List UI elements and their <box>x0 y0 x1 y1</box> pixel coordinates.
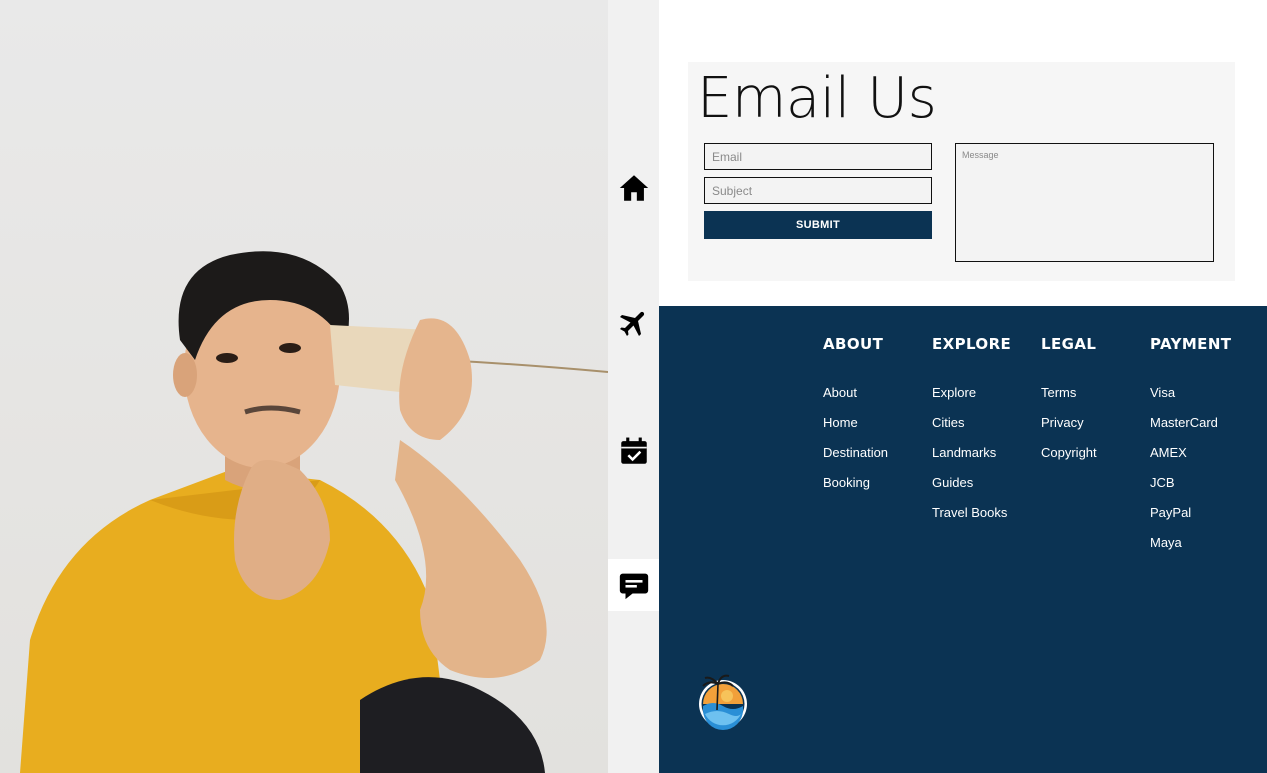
footer-link[interactable]: Booking <box>823 475 870 490</box>
footer-heading: LEGAL <box>1041 335 1097 353</box>
footer-link[interactable]: Explore <box>932 385 976 400</box>
nav-booking-button[interactable] <box>608 425 659 477</box>
email-form: Email Us SUBMIT <box>688 62 1235 281</box>
home-icon <box>619 175 648 201</box>
footer-link[interactable]: MasterCard <box>1150 415 1218 430</box>
footer-column-about: ABOUT About Home Destination Booking <box>823 334 888 503</box>
calendar-check-icon <box>620 437 647 464</box>
man-with-cup-phone-illustration <box>20 251 608 773</box>
footer-link[interactable]: Copyright <box>1041 445 1097 460</box>
email-title: Email Us <box>697 66 937 131</box>
airplane-icon <box>619 311 644 337</box>
footer-heading: PAYMENT <box>1150 335 1232 353</box>
icon-sidebar <box>608 0 659 773</box>
footer-column-payment: PAYMENT Visa MasterCard AMEX JCB PayPal … <box>1150 334 1231 563</box>
chat-icon <box>619 573 648 600</box>
message-field[interactable] <box>955 143 1214 262</box>
nav-home-button[interactable] <box>608 162 659 214</box>
footer-link[interactable]: Cities <box>932 415 965 430</box>
footer-column-explore: EXPLORE Explore Cities Landmarks Guides … <box>932 334 1011 533</box>
hero-photo <box>0 0 608 773</box>
footer-link[interactable]: AMEX <box>1150 445 1187 460</box>
island-logo-icon[interactable] <box>697 670 751 730</box>
footer-link[interactable]: About <box>823 385 857 400</box>
footer-heading: ABOUT <box>823 335 884 353</box>
footer-link[interactable]: Home <box>823 415 858 430</box>
footer-link[interactable]: Terms <box>1041 385 1076 400</box>
submit-button[interactable]: SUBMIT <box>704 211 932 239</box>
footer-link[interactable]: Destination <box>823 445 888 460</box>
footer-column-legal: LEGAL Terms Privacy Copyright <box>1041 334 1097 473</box>
footer-link[interactable]: Travel Books <box>932 505 1007 520</box>
footer-link[interactable]: JCB <box>1150 475 1175 490</box>
footer-heading: EXPLORE <box>932 335 1012 353</box>
footer-link[interactable]: Privacy <box>1041 415 1084 430</box>
footer: ABOUT About Home Destination Booking EXP… <box>659 306 1267 773</box>
footer-link[interactable]: Maya <box>1150 535 1182 550</box>
footer-link[interactable]: PayPal <box>1150 505 1191 520</box>
email-field[interactable] <box>704 143 932 170</box>
subject-field[interactable] <box>704 177 932 204</box>
footer-link[interactable]: Visa <box>1150 385 1175 400</box>
footer-link[interactable]: Guides <box>932 475 973 490</box>
nav-flights-button[interactable] <box>608 297 659 349</box>
nav-contact-button[interactable] <box>608 559 659 611</box>
footer-link[interactable]: Landmarks <box>932 445 996 460</box>
